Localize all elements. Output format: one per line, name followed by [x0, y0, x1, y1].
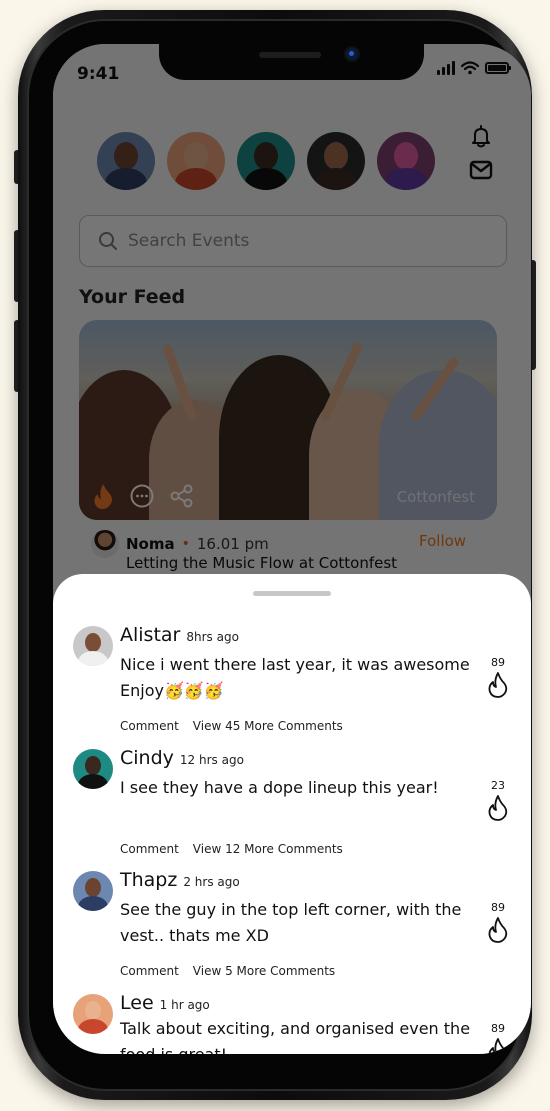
commenter-avatar[interactable] [73, 626, 113, 666]
commenter-avatar[interactable] [73, 871, 113, 911]
comment-time: 12 hrs ago [179, 753, 244, 767]
phone-screen: 9:41 Search Events Your Feed Cottonfest … [53, 44, 531, 1054]
search-input[interactable]: Search Events [79, 215, 507, 267]
stage: 9:41 Search Events Your Feed Cottonfest … [0, 0, 550, 1111]
stories-row [97, 132, 435, 190]
share-icon[interactable] [169, 483, 195, 509]
bell-icon[interactable] [470, 124, 492, 148]
comment-icon[interactable] [129, 483, 155, 509]
reply-link[interactable]: Comment [120, 719, 179, 733]
fire-icon[interactable] [487, 794, 509, 822]
post-time: 16.01 pm [196, 535, 269, 553]
comment-actions: Comment View 12 More Comments [120, 842, 343, 856]
feed-title: Your Feed [79, 286, 186, 308]
fire-icon[interactable] [91, 482, 115, 510]
status-time: 9:41 [77, 64, 120, 84]
status-icons [437, 61, 511, 75]
reply-link[interactable]: Comment [120, 842, 179, 856]
view-more-comments-link[interactable]: View 12 More Comments [193, 842, 343, 856]
comment-text: I see they have a dope lineup this year! [120, 778, 439, 797]
battery-icon [485, 62, 511, 74]
like-count: 89 [491, 1022, 505, 1035]
comment-text: Nice i went there last year, it was awes… [120, 655, 470, 700]
phone-notch [159, 44, 424, 80]
view-more-comments-link[interactable]: View 5 More Comments [193, 964, 335, 978]
story-avatar[interactable] [237, 132, 295, 190]
post-caption: Letting the Music Flow at Cottonfest [126, 554, 398, 572]
story-avatar[interactable] [167, 132, 225, 190]
fire-icon[interactable] [487, 671, 509, 699]
comments-sheet: Alistar 8hrs ago Nice i went there last y… [53, 574, 531, 1054]
like-count: 89 [491, 656, 505, 669]
like-group: 89 [483, 1022, 513, 1054]
comment-time: 1 hr ago [159, 998, 210, 1012]
comment-text: Talk about exciting, and organised even … [120, 1019, 471, 1054]
post-author[interactable]: Noma [126, 535, 175, 553]
story-avatar[interactable] [97, 132, 155, 190]
post-actions [91, 482, 195, 510]
commenter-avatar[interactable] [73, 749, 113, 789]
search-icon [99, 232, 117, 250]
separator-dot: • [181, 536, 190, 552]
fire-icon[interactable] [487, 916, 509, 944]
top-icons [469, 124, 493, 180]
like-group: 89 [483, 656, 513, 699]
like-group: 23 [483, 779, 513, 822]
commenter-name[interactable]: Thapz 2 hrs ago [120, 869, 240, 891]
commenter-name[interactable]: Lee 1 hr ago [120, 992, 210, 1014]
comment-actions: Comment View 5 More Comments [120, 964, 335, 978]
image-watermark: Cottonfest [396, 488, 475, 506]
story-avatar[interactable] [307, 132, 365, 190]
search-placeholder: Search Events [128, 231, 250, 251]
comment-actions: Comment View 45 More Comments [120, 719, 343, 733]
fire-icon[interactable] [487, 1037, 509, 1054]
commenter-avatar[interactable] [73, 994, 113, 1034]
comment-time: 2 hrs ago [183, 875, 240, 889]
commenter-name[interactable]: Cindy 12 hrs ago [120, 747, 244, 769]
follow-button[interactable]: Follow [419, 532, 466, 550]
post-image[interactable]: Cottonfest [79, 320, 497, 520]
reply-link[interactable]: Comment [120, 964, 179, 978]
wifi-icon [461, 61, 479, 75]
like-count: 89 [491, 901, 505, 914]
mail-icon[interactable] [469, 160, 493, 180]
comment-text: See the guy in the top left corner, with… [120, 900, 462, 945]
signal-icon [437, 61, 455, 75]
like-group: 89 [483, 901, 513, 944]
story-avatar[interactable] [377, 132, 435, 190]
like-count: 23 [491, 779, 505, 792]
sheet-handle[interactable] [253, 591, 331, 596]
speaker-grille [259, 52, 321, 58]
post-author-avatar[interactable] [91, 530, 119, 558]
commenter-name[interactable]: Alistar 8hrs ago [120, 624, 239, 646]
view-more-comments-link[interactable]: View 45 More Comments [193, 719, 343, 733]
front-camera [346, 48, 358, 60]
comment-time: 8hrs ago [186, 630, 239, 644]
